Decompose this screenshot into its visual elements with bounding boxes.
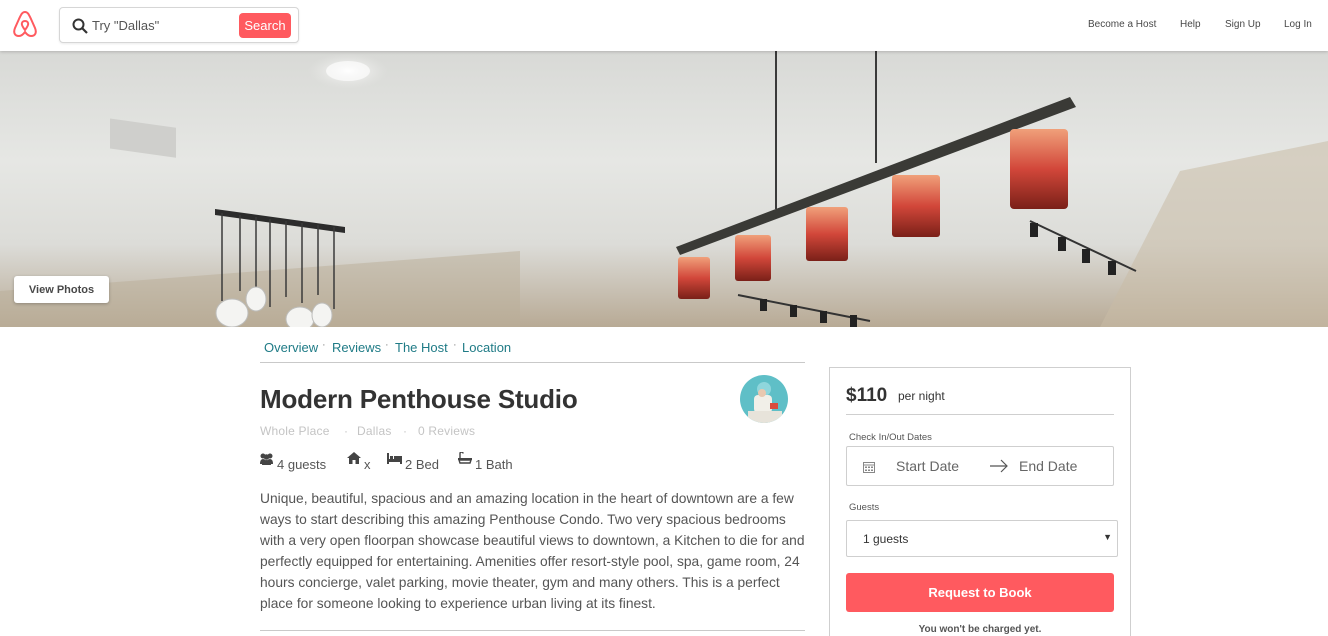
search-button[interactable]: Search — [239, 13, 291, 38]
bath-icon — [458, 452, 472, 464]
nav-sign-up[interactable]: Sign Up — [1225, 19, 1261, 30]
home-type: x — [364, 457, 371, 472]
nav-log-in[interactable]: Log In — [1284, 19, 1312, 30]
divider — [846, 414, 1114, 415]
separator-dot: · — [344, 424, 349, 438]
search-icon — [72, 18, 88, 34]
home-icon — [347, 452, 361, 464]
tab-location[interactable]: Location — [462, 340, 511, 355]
meta-reviews: 0 Reviews — [418, 424, 476, 438]
guests-label: Guests — [849, 502, 880, 513]
nav-become-a-host[interactable]: Become a Host — [1088, 19, 1156, 30]
baths-count: 1 Bath — [475, 457, 513, 472]
guests-icon — [260, 453, 273, 465]
meta-city: Dallas — [357, 424, 392, 438]
arrow-right-icon — [990, 459, 1008, 473]
hero-photo[interactable] — [0, 51, 1328, 327]
tab-the-host[interactable]: The Host — [395, 340, 448, 355]
listing-description: Unique, beautiful, spacious and an amazi… — [260, 491, 805, 611]
calendar-icon — [863, 462, 875, 473]
date-range-picker[interactable]: Start Date End Date — [846, 446, 1114, 486]
guests-select-value: 1 guests — [863, 532, 909, 546]
airbnb-logo-icon[interactable] — [11, 9, 39, 39]
booking-card: $110 per night Check In/Out Dates Start … — [829, 367, 1131, 636]
listing-title: Modern Penthouse Studio — [260, 384, 578, 414]
hero-illustration — [0, 51, 1328, 327]
start-date-field[interactable]: Start Date — [896, 458, 959, 474]
separator-dot: · — [403, 424, 408, 438]
meta-room-type: Whole Place — [260, 424, 330, 438]
nightly-price: $110 — [846, 385, 888, 406]
section-nav: Overview · Reviews · The Host · Location — [260, 339, 805, 363]
per-night-label: per night — [898, 389, 945, 403]
search-box: Search — [59, 7, 299, 43]
tab-reviews[interactable]: Reviews — [332, 340, 381, 355]
search-input[interactable] — [92, 14, 232, 36]
guests-count: 4 guests — [277, 457, 327, 472]
end-date-field[interactable]: End Date — [1019, 458, 1077, 474]
view-photos-button[interactable]: View Photos — [14, 276, 109, 303]
host-avatar[interactable] — [740, 375, 788, 423]
bed-icon — [387, 453, 402, 464]
beds-count: 2 Bed — [405, 457, 439, 472]
separator-dot: · — [322, 339, 326, 351]
tab-overview[interactable]: Overview — [264, 340, 318, 355]
nav-help[interactable]: Help — [1180, 19, 1201, 30]
separator-dot: · — [453, 339, 457, 351]
caret-down-icon: ▼ — [1103, 532, 1112, 542]
dates-label: Check In/Out Dates — [849, 432, 932, 443]
top-header: Search Become a Host Help Sign Up Log In — [0, 0, 1328, 51]
divider — [260, 630, 805, 631]
host-avatar-image — [740, 375, 788, 423]
booking-note: You won't be charged yet. — [918, 624, 1042, 635]
guests-select[interactable]: 1 guests ▼ — [846, 520, 1118, 557]
separator-dot: · — [385, 339, 389, 351]
request-to-book-button[interactable]: Request to Book — [846, 573, 1114, 612]
